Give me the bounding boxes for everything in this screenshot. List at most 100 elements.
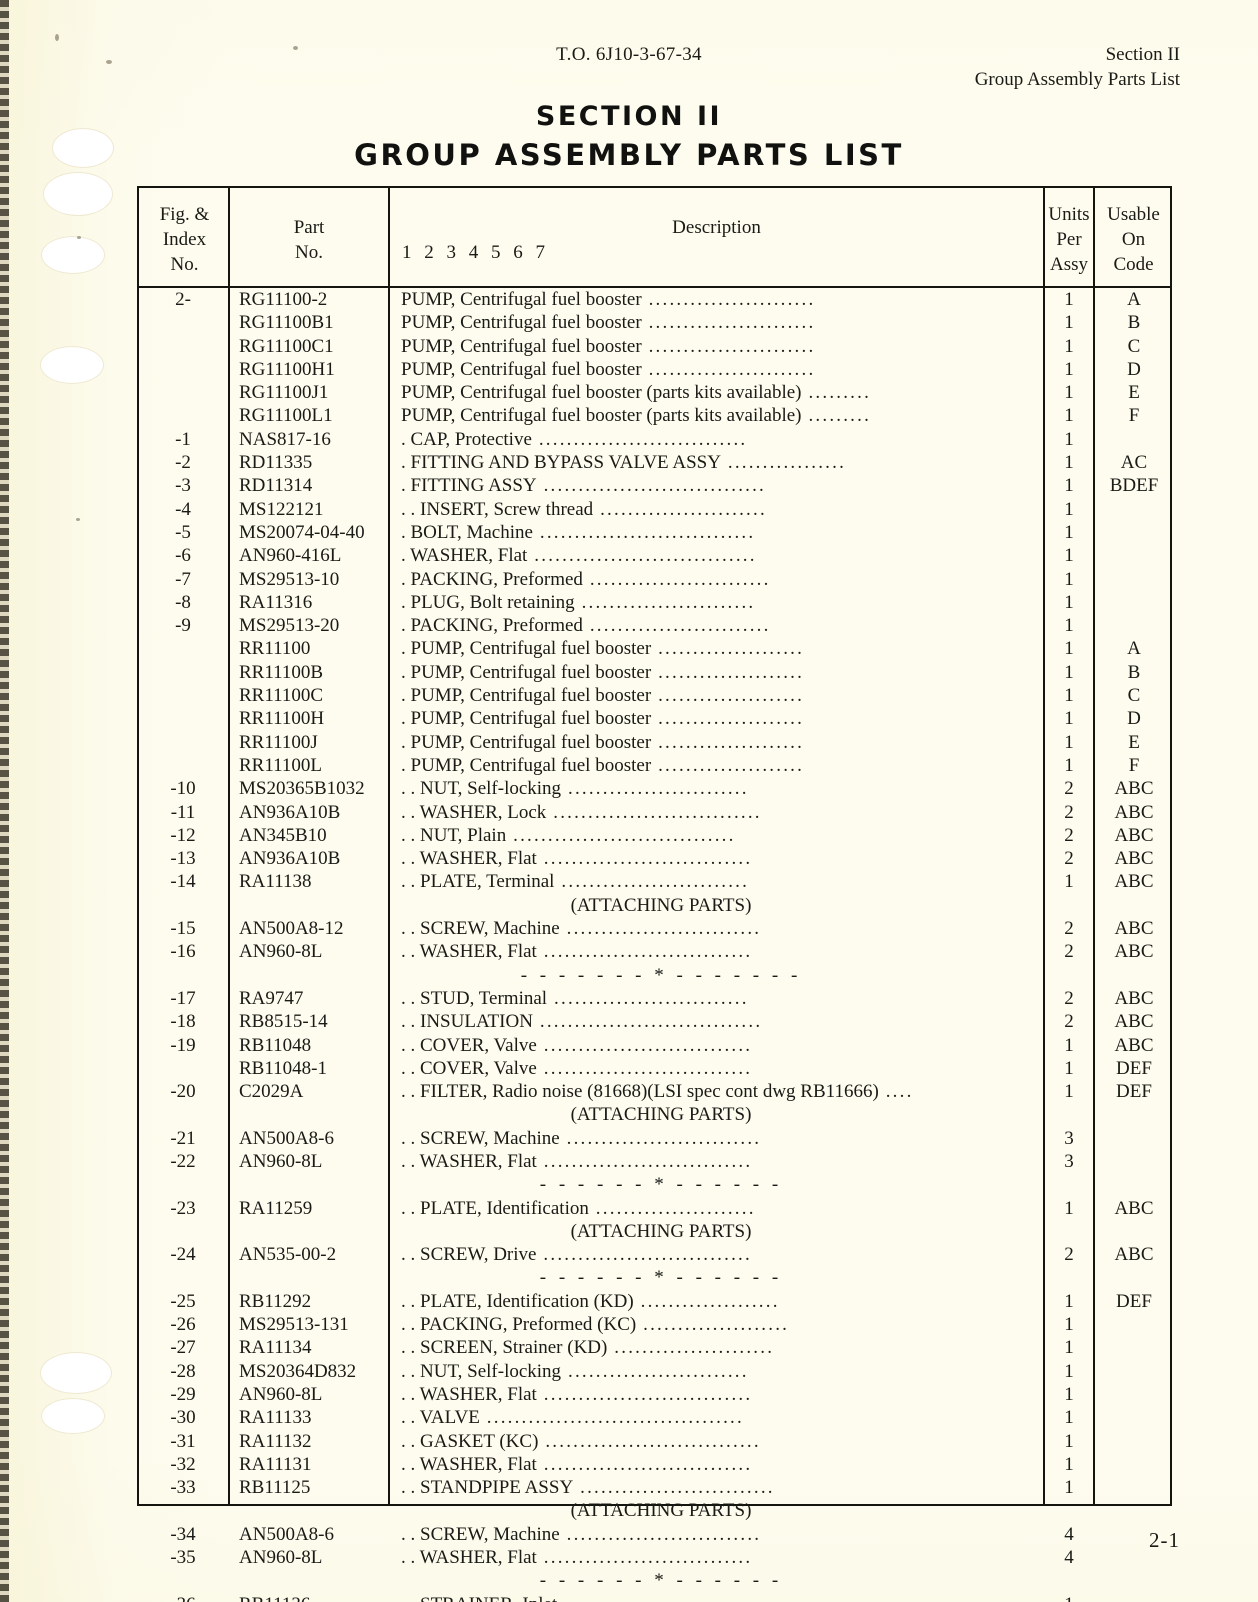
- description-text: . . WASHER, Flat: [401, 1383, 537, 1405]
- cell-usable-on-code: F: [1128, 754, 1140, 776]
- table-row: RG11100H1 PUMP, Centrifugal fuel booster …: [139, 358, 1170, 381]
- table-row: -17 RA9747 . . STUD, Terminal ............…: [139, 987, 1170, 1010]
- description-leader-dots: ...............................: [538, 1430, 761, 1452]
- cell-fig-index-no: -13: [170, 848, 196, 870]
- cell-description: . . FILTER, Radio noise (81668)(LSI spec…: [401, 1080, 1033, 1103]
- description-leader-dots: ..........................: [582, 568, 771, 590]
- cell-units-per-assy: 1: [1064, 754, 1074, 776]
- description-text: . . WASHER, Flat: [401, 941, 537, 963]
- column-header-part-line1: Part: [293, 217, 325, 238]
- cell-fig-index-no: -16: [170, 941, 196, 963]
- cell-units-per-assy: 2: [1064, 848, 1074, 870]
- cell-part-no: MS29513-20: [239, 615, 340, 637]
- attaching-parts-note-row: (ATTACHING PARTS): [139, 1103, 1170, 1126]
- cell-units-per-assy: 3: [1064, 1150, 1074, 1172]
- description-leader-dots: ..............................: [546, 801, 762, 823]
- table-row: RR11100 . PUMP, Centrifugal fuel booster …: [139, 637, 1170, 660]
- cell-fig-index-no: -25: [170, 1290, 196, 1312]
- cell-units-per-assy: 1: [1064, 335, 1074, 357]
- description-text: . . SCREEN, Strainer (KD): [401, 1337, 608, 1359]
- column-header-usable-on-code: Usable On Code: [1095, 202, 1172, 277]
- cell-description: . . NUT, Plain .........................…: [401, 824, 1033, 847]
- cell-part-no: AN960-8L: [239, 1150, 323, 1172]
- header-subtitle-line: Group Assembly Parts List: [974, 69, 1180, 90]
- cell-units-per-assy: 1: [1064, 568, 1074, 590]
- cell-fig-index-no: -19: [170, 1034, 196, 1056]
- cell-fig-index-no: -1: [175, 428, 191, 450]
- description-leader-dots: .................: [720, 452, 847, 474]
- cell-part-no: RG11100C1: [239, 335, 334, 357]
- attaching-parts-note: (ATTACHING PARTS): [570, 1220, 752, 1242]
- cell-usable-on-code: ABC: [1114, 1244, 1154, 1266]
- column-header-units-line3: Assy: [1049, 254, 1088, 275]
- column-header-code-line1: Usable: [1107, 204, 1160, 225]
- description-text: . . NUT, Plain: [401, 824, 507, 846]
- description-leader-dots: .........: [801, 382, 872, 404]
- description-text: . PUMP, Centrifugal fuel booster: [401, 685, 652, 707]
- cell-description: . . SCREEN, Strainer (KD) ..............…: [401, 1336, 1033, 1359]
- cell-units-per-assy: 2: [1064, 824, 1074, 846]
- description-leader-dots: ............................: [559, 1127, 762, 1149]
- description-leader-dots: ........................: [641, 335, 816, 357]
- cell-fig-index-no: -7: [175, 568, 191, 590]
- description-leader-dots: .....................: [651, 754, 805, 776]
- description-leader-dots: .....................: [636, 1314, 790, 1336]
- cell-description: . . STRAINER, Inlet ....................…: [401, 1593, 1033, 1602]
- attaching-parts-note-row: (ATTACHING PARTS): [139, 1499, 1170, 1522]
- cell-part-no: RB8515-14: [239, 1011, 328, 1033]
- cell-description: . PUMP, Centrifugal fuel booster .......…: [401, 684, 1033, 707]
- cell-units-per-assy: 1: [1064, 475, 1074, 497]
- cell-units-per-assy: 1: [1064, 1360, 1074, 1382]
- cell-usable-on-code: B: [1127, 312, 1141, 334]
- cell-description: . . WASHER, Flat .......................…: [401, 1150, 1033, 1173]
- cell-part-no: AN960-8L: [239, 941, 323, 963]
- attaching-parts-note-row: (ATTACHING PARTS): [139, 894, 1170, 917]
- header-section-line: Section II: [1105, 44, 1180, 65]
- cell-fig-index-no: -4: [175, 498, 191, 520]
- description-text: PUMP, Centrifugal fuel booster: [401, 335, 642, 357]
- column-header-part-line2: No.: [295, 242, 323, 263]
- description-leader-dots: ..............................: [536, 1150, 753, 1172]
- description-leader-dots: ................................: [506, 824, 736, 846]
- description-text: . . COVER, Valve: [401, 1057, 537, 1079]
- hole-punch-mark: [40, 1352, 112, 1394]
- cell-units-per-assy: 1: [1064, 1383, 1074, 1405]
- description-text: . . FILTER, Radio noise (81668)(LSI spec…: [401, 1081, 879, 1103]
- cell-part-no: RR11100B: [239, 661, 324, 683]
- cell-units-per-assy: 1: [1064, 545, 1074, 567]
- table-row: -27 RA11134 . . SCREEN, Strainer (KD) ....…: [139, 1336, 1170, 1359]
- table-row: -5 MS20074-04-40 . BOLT, Machine .........…: [139, 521, 1170, 544]
- cell-usable-on-code: F: [1128, 405, 1140, 427]
- cell-part-no: MS29513-131: [239, 1314, 349, 1336]
- cell-description: PUMP, Centrifugal fuel booster (parts ki…: [401, 404, 1033, 427]
- cell-units-per-assy: 1: [1064, 1197, 1074, 1219]
- cell-description: PUMP, Centrifugal fuel booster (parts ki…: [401, 381, 1033, 404]
- cell-units-per-assy: 1: [1064, 638, 1074, 660]
- cell-usable-on-code: ABC: [1114, 1011, 1154, 1033]
- column-header-part-no: Part No.: [230, 215, 388, 265]
- cell-description: . . WASHER, Lock .......................…: [401, 801, 1033, 824]
- description-text: . . GASKET (KC): [401, 1430, 539, 1452]
- cell-description: . . STUD, Terminal .....................…: [401, 987, 1033, 1010]
- binding-edge-strip: [0, 0, 9, 1602]
- cell-description: . . GASKET (KC) ........................…: [401, 1430, 1033, 1453]
- cell-usable-on-code: DEF: [1116, 1057, 1152, 1079]
- page-title-parts-list: GROUP ASSEMBLY PARTS LIST: [354, 138, 904, 172]
- cell-usable-on-code: D: [1127, 358, 1141, 380]
- cell-fig-index-no: -5: [175, 521, 191, 543]
- header-section-reference: Section II Group Assembly Parts List: [975, 42, 1180, 92]
- table-row: -12 AN345B10 . . NUT, Plain ..............…: [139, 824, 1170, 847]
- cell-fig-index-no: -11: [170, 801, 196, 823]
- table-row: -20 C2029A . . FILTER, Radio noise (81668)…: [139, 1080, 1170, 1103]
- cell-units-per-assy: 1: [1064, 708, 1074, 730]
- cell-units-per-assy: 1: [1064, 1407, 1074, 1429]
- cell-description: . PUMP, Centrifugal fuel booster .......…: [401, 754, 1033, 777]
- cell-description: . . NUT, Self-locking ..................…: [401, 777, 1033, 800]
- cell-units-per-assy: 1: [1064, 1477, 1074, 1499]
- description-text: . WASHER, Flat: [401, 545, 528, 567]
- cell-part-no: AN500A8-12: [239, 918, 344, 940]
- description-text: PUMP, Centrifugal fuel booster: [401, 358, 642, 380]
- description-text: . FITTING ASSY: [401, 475, 537, 497]
- cell-description: . . WASHER, Flat .......................…: [401, 1453, 1033, 1476]
- description-text: . PUMP, Centrifugal fuel booster: [401, 754, 652, 776]
